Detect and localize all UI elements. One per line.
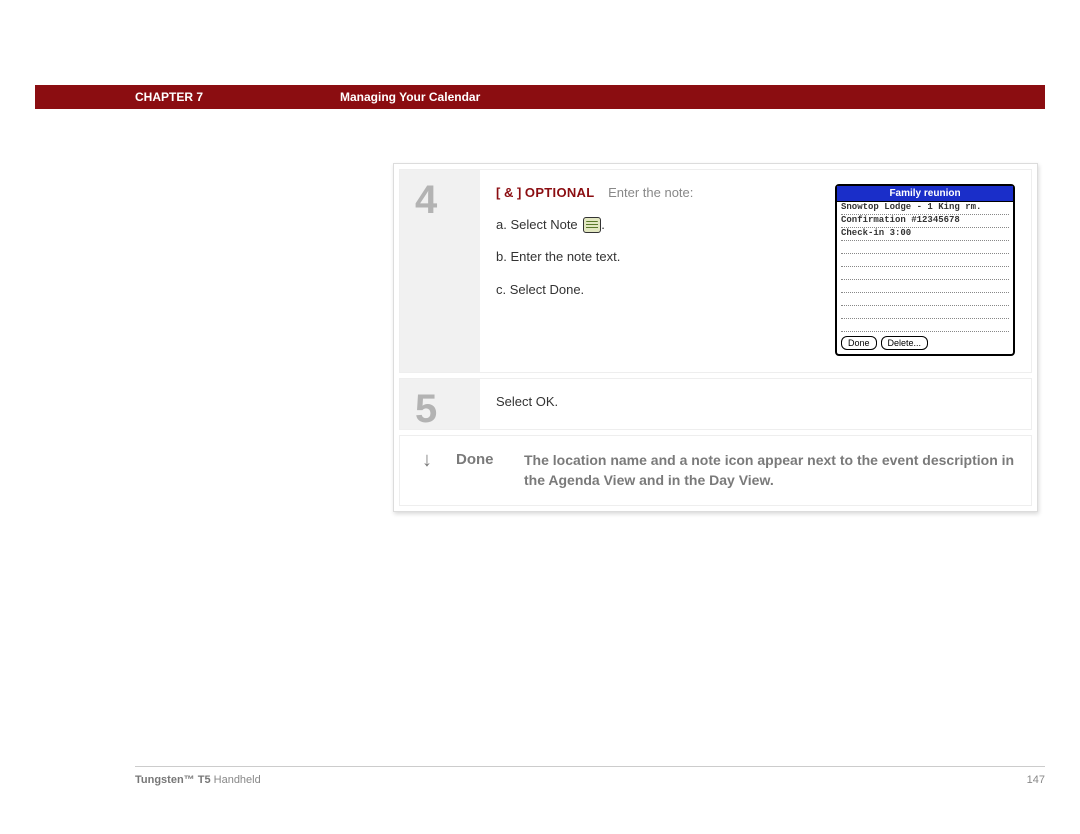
handheld-screenshot: Family reunion Snowtop Lodge - 1 King rm… [835, 184, 1015, 356]
note-line-blank [841, 280, 1009, 293]
note-line-blank [841, 254, 1009, 267]
optional-label: OPTIONAL [525, 185, 595, 200]
note-line-blank [841, 306, 1009, 319]
note-icon [583, 217, 601, 233]
done-label: Done [456, 450, 506, 491]
step-number: 4 [400, 170, 480, 220]
product-name-rest: Handheld [211, 774, 261, 786]
period: . [601, 217, 605, 232]
step-5: 5 Select OK. [399, 378, 1032, 430]
product-name-bold: Tungsten™ T5 [135, 774, 211, 786]
handheld-title: Family reunion [837, 186, 1013, 202]
substep-a: a. Select Note . [496, 216, 810, 234]
note-line-3: Check-in 3:00 [841, 228, 1009, 241]
step-body: [ & ] OPTIONAL Enter the note: a. Select… [480, 170, 1031, 372]
handheld-note-area: Snowtop Lodge - 1 King rm. Confirmation … [837, 202, 1013, 332]
manual-page: CHAPTER 7 Managing Your Calendar 4 [ & ]… [0, 0, 1080, 834]
step-4: 4 [ & ] OPTIONAL Enter the note: a. Sele… [399, 169, 1032, 373]
optional-brackets: [ & ] [496, 185, 521, 200]
note-line-blank [841, 267, 1009, 280]
chapter-header-bar: CHAPTER 7 Managing Your Calendar [35, 85, 1045, 109]
handheld-done-button[interactable]: Done [841, 336, 877, 350]
chapter-title: Managing Your Calendar [340, 90, 480, 104]
done-row: ↓ Done The location name and a note icon… [399, 435, 1032, 506]
note-line-blank [841, 293, 1009, 306]
handheld-delete-button[interactable]: Delete... [881, 336, 929, 350]
step-text: [ & ] OPTIONAL Enter the note: a. Select… [496, 184, 810, 356]
substep-c: c. Select Done. [496, 281, 810, 299]
down-arrow-icon: ↓ [416, 450, 438, 491]
page-number: 147 [1027, 774, 1045, 786]
step-text: Select OK. [496, 393, 1015, 413]
chapter-label: CHAPTER 7 [35, 90, 340, 104]
step-body: Select OK. [480, 379, 1031, 429]
note-line-blank [841, 241, 1009, 254]
step-number-column: 5 [400, 379, 480, 429]
step-number-column: 4 [400, 170, 480, 372]
product-name: Tungsten™ T5 Handheld [135, 774, 261, 786]
substep-b: b. Enter the note text. [496, 248, 810, 266]
done-description: The location name and a note icon appear… [524, 450, 1015, 491]
page-footer: Tungsten™ T5 Handheld 147 [135, 766, 1045, 786]
substep-a-text: a. Select Note [496, 217, 578, 232]
note-line-2: Confirmation #12345678 [841, 215, 1009, 228]
handheld-button-row: Done Delete... [837, 332, 1013, 354]
steps-card: 4 [ & ] OPTIONAL Enter the note: a. Sele… [393, 163, 1038, 512]
note-line-1: Snowtop Lodge - 1 King rm. [841, 202, 1009, 215]
step-intro: [ & ] OPTIONAL Enter the note: [496, 184, 810, 202]
step-number: 5 [400, 379, 480, 429]
note-line-blank [841, 319, 1009, 332]
step-intro-text: Enter the note: [598, 185, 693, 200]
